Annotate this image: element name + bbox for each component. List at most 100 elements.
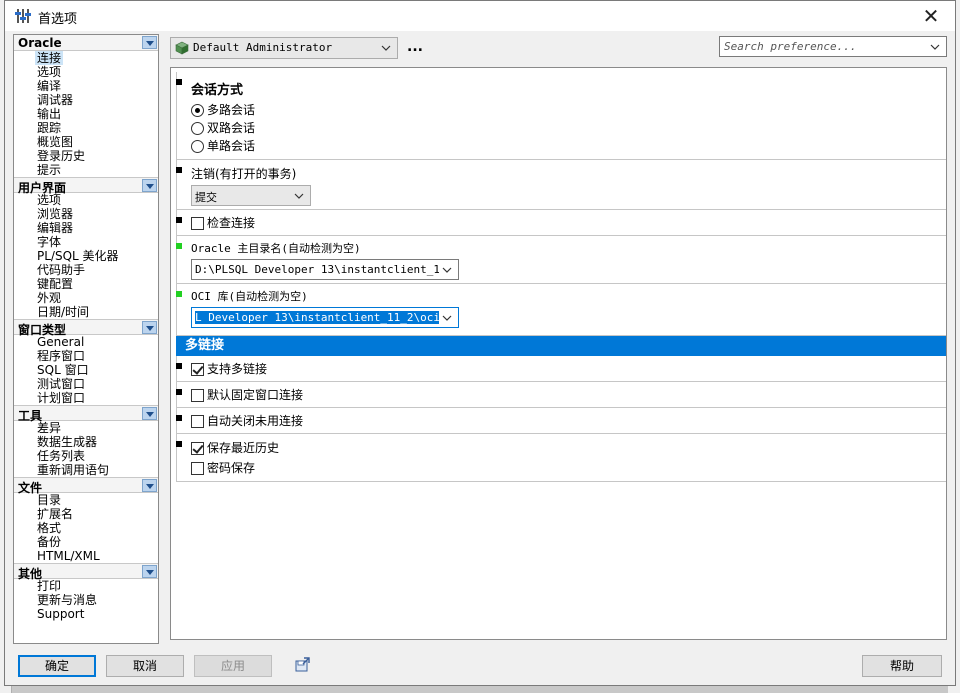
radio-single-session[interactable]: 单路会话: [191, 137, 946, 155]
tree-item[interactable]: HTML/XML: [14, 549, 158, 563]
collapse-icon[interactable]: [142, 565, 157, 578]
setting-marker: [176, 441, 182, 447]
chevron-down-icon[interactable]: [930, 44, 940, 50]
tree-category-label: 用户界面: [18, 181, 67, 195]
tree-item[interactable]: 程序窗口: [14, 349, 158, 363]
tree-item[interactable]: 数据生成器: [14, 435, 158, 449]
tree-category-files[interactable]: 文件: [14, 477, 158, 495]
tree-item[interactable]: 键配置: [14, 277, 158, 291]
oci-library-value[interactable]: L Developer 13\instantclient_11_2\oci.dl…: [195, 311, 439, 324]
tree-item[interactable]: 代码助手: [14, 263, 158, 277]
tree-category-ui[interactable]: 用户界面: [14, 177, 158, 195]
tree-item[interactable]: 计划窗口: [14, 391, 158, 405]
tree-item[interactable]: PL/SQL 美化器: [14, 249, 158, 263]
tree-item[interactable]: 字体: [14, 235, 158, 249]
tree-category-label: 文件: [18, 481, 43, 495]
save-profile-icon[interactable]: [293, 656, 311, 674]
save-password-checkbox[interactable]: 密码保存: [191, 459, 946, 477]
tree-item[interactable]: Support: [14, 607, 158, 621]
default-fixed-checkbox[interactable]: 默认固定窗口连接: [191, 386, 946, 404]
search-placeholder: Search preference...: [724, 40, 857, 53]
window-title: 首选项: [38, 12, 78, 27]
checkbox[interactable]: [191, 441, 204, 455]
collapse-icon[interactable]: [142, 321, 157, 334]
collapse-icon[interactable]: [142, 479, 157, 492]
more-options-button[interactable]: ...: [407, 39, 423, 55]
tree-item[interactable]: 提示: [14, 163, 158, 177]
tree-item[interactable]: 选项: [14, 65, 158, 79]
auto-close-checkbox[interactable]: 自动关闭未用连接: [191, 412, 946, 430]
ok-button[interactable]: 确定: [18, 655, 96, 677]
profile-cube-icon: [175, 41, 189, 55]
tree-item[interactable]: 格式: [14, 521, 158, 535]
checkbox[interactable]: [191, 216, 204, 230]
logoff-select-value: 提交: [195, 191, 217, 204]
title-bar: 首选项 ✕: [5, 1, 955, 31]
checkbox[interactable]: [191, 388, 204, 402]
tree-item[interactable]: 编辑器: [14, 221, 158, 235]
check-connection-checkbox[interactable]: 检查连接: [191, 214, 946, 232]
check-connection-section: 检查连接: [176, 210, 946, 236]
profile-select[interactable]: Default Administrator: [170, 37, 398, 59]
radio-button[interactable]: [191, 103, 204, 117]
apply-button[interactable]: 应用: [194, 655, 272, 677]
radio-button[interactable]: [191, 121, 204, 135]
tree-item[interactable]: 重新调用语句: [14, 463, 158, 477]
chevron-down-icon: [442, 315, 452, 321]
collapse-icon[interactable]: [142, 407, 157, 420]
tree-category-window-types[interactable]: 窗口类型: [14, 319, 158, 337]
auto-close-section: 自动关闭未用连接: [176, 408, 946, 434]
oci-library-label: OCI 库(自动检测为空): [191, 290, 308, 303]
session-mode-heading: 会话方式: [191, 83, 244, 98]
radio-dual-session[interactable]: 双路会话: [191, 119, 946, 137]
collapse-icon[interactable]: [142, 36, 157, 49]
tree-category-label: 窗口类型: [18, 323, 67, 337]
tree-item[interactable]: 更新与消息: [14, 593, 158, 607]
oracle-home-combo[interactable]: D:\PLSQL Developer 13\instantclient_11_2: [191, 259, 459, 280]
radio-multi-session[interactable]: 多路会话: [191, 101, 946, 119]
history-section: 保存最近历史 密码保存: [176, 434, 946, 482]
tree-item[interactable]: 登录历史: [14, 149, 158, 163]
tree-item[interactable]: 外观: [14, 291, 158, 305]
oci-library-combo[interactable]: L Developer 13\instantclient_11_2\oci.dl…: [191, 307, 459, 328]
radio-button[interactable]: [191, 139, 204, 153]
tree-category-other[interactable]: 其他: [14, 563, 158, 581]
category-tree[interactable]: Oracle 连接 选项 编译 调试器 输出 跟踪 概览图 登录历史 提示 用户…: [13, 34, 159, 644]
support-multi-checkbox[interactable]: 支持多链接: [191, 360, 946, 378]
tree-category-tools[interactable]: 工具: [14, 405, 158, 423]
tree-item[interactable]: 测试窗口: [14, 377, 158, 391]
tree-item[interactable]: 调试器: [14, 93, 158, 107]
checkbox[interactable]: [191, 414, 204, 428]
setting-marker: [176, 217, 182, 223]
tree-item[interactable]: 输出: [14, 107, 158, 121]
tree-item[interactable]: 任务列表: [14, 449, 158, 463]
save-history-checkbox[interactable]: 保存最近历史: [191, 439, 946, 457]
tree-item[interactable]: 浏览器: [14, 207, 158, 221]
tree-category-label: Oracle: [18, 36, 62, 50]
tree-item[interactable]: 跟踪: [14, 121, 158, 135]
help-button[interactable]: 帮助: [862, 655, 942, 677]
setting-marker: [176, 389, 182, 395]
tree-item[interactable]: 日期/时间: [14, 305, 158, 319]
tree-item[interactable]: 扩展名: [14, 507, 158, 521]
close-icon[interactable]: ✕: [913, 3, 949, 29]
tree-item-connection[interactable]: 连接: [14, 51, 158, 65]
setting-marker: [176, 167, 182, 173]
logoff-select[interactable]: 提交: [191, 185, 311, 206]
settings-panel: 会话方式 多路会话 双路会话 单路会话 注销(有打开的事务) 提交 检查连接 O…: [170, 67, 947, 640]
tree-item[interactable]: SQL 窗口: [14, 363, 158, 377]
search-input[interactable]: Search preference...: [719, 36, 947, 57]
profile-select-value: Default Administrator: [193, 41, 333, 54]
checkbox[interactable]: [191, 461, 204, 475]
tree-category-oracle[interactable]: Oracle: [14, 35, 158, 51]
oracle-home-label: Oracle 主目录名(自动检测为空): [191, 242, 361, 255]
setting-marker: [176, 363, 182, 369]
checkbox[interactable]: [191, 362, 204, 376]
tree-item[interactable]: 编译: [14, 79, 158, 93]
setting-marker: [176, 79, 182, 85]
collapse-icon[interactable]: [142, 179, 157, 192]
cancel-button[interactable]: 取消: [106, 655, 184, 677]
setting-marker: [176, 243, 182, 249]
tree-item[interactable]: 概览图: [14, 135, 158, 149]
tree-item[interactable]: 备份: [14, 535, 158, 549]
